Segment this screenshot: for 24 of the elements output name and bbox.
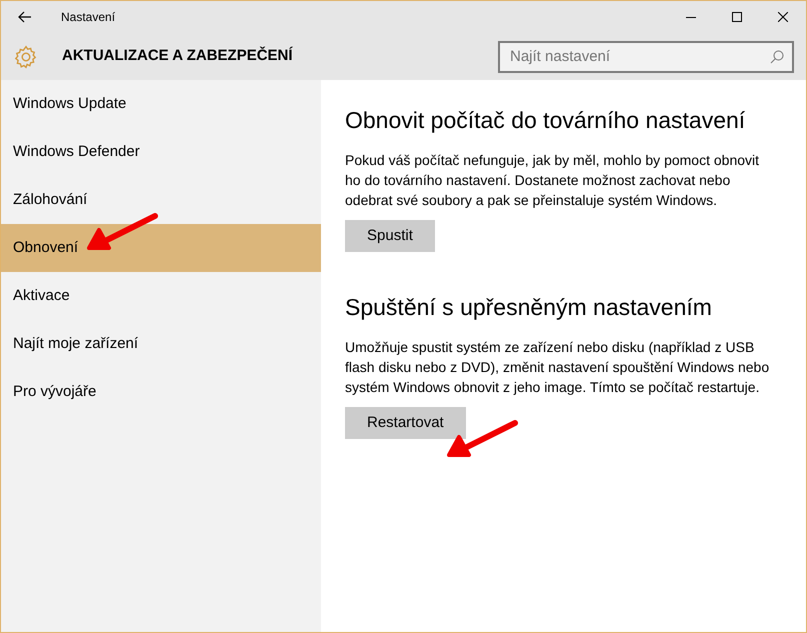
minimize-icon <box>686 16 696 18</box>
gear-icon <box>13 44 39 70</box>
close-icon <box>778 12 788 22</box>
section-heading: Obnovit počítač do továrního nastavení <box>345 106 746 135</box>
sidebar-item[interactable]: Aktivace <box>1 272 321 320</box>
sidebar-item[interactable]: Windows Defender <box>1 128 321 176</box>
section-heading: Spuštění s upřesněným nastavením <box>345 293 712 322</box>
action-button[interactable]: Restartovat <box>345 407 466 439</box>
page-heading: AKTUALIZACE A ZABEZPEČENÍ <box>62 46 293 66</box>
search-field[interactable]: Najít nastavení <box>498 40 794 72</box>
sidebar-item[interactable]: Pro vývojáře <box>1 368 321 416</box>
section-description: Pokud váš počítač nefunguje, jak by měl, mohlo by pomoct obnovit ho do továrního nastavení. Dostanete možnost zachovat nebo odebrat své soubory a pak se přeinstaluje systém Windows. <box>345 151 760 210</box>
search-icon <box>770 50 784 64</box>
section-description: Umožňuje spustit systém ze zařízení nebo disku (například z USB flash disku nebo z DVD), změnit nastavení spouštění Windows nebo systém Windows obnovit z jeho image. Tímto se počítač restartuje. <box>345 338 770 397</box>
window-title: Nastavení <box>61 9 116 26</box>
sidebar-item[interactable]: Obnovení <box>1 224 321 272</box>
sidebar-item[interactable]: Zálohování <box>1 176 321 224</box>
sidebar-item[interactable]: Windows Update <box>1 80 321 128</box>
action-button[interactable]: Spustit <box>345 220 435 252</box>
annotation-arrow-icon <box>445 419 519 459</box>
back-arrow-icon <box>18 11 32 23</box>
annotation-arrow-icon <box>85 212 159 252</box>
sidebar-item[interactable]: Najít moje zařízení <box>1 320 321 368</box>
maximize-icon <box>732 12 742 22</box>
